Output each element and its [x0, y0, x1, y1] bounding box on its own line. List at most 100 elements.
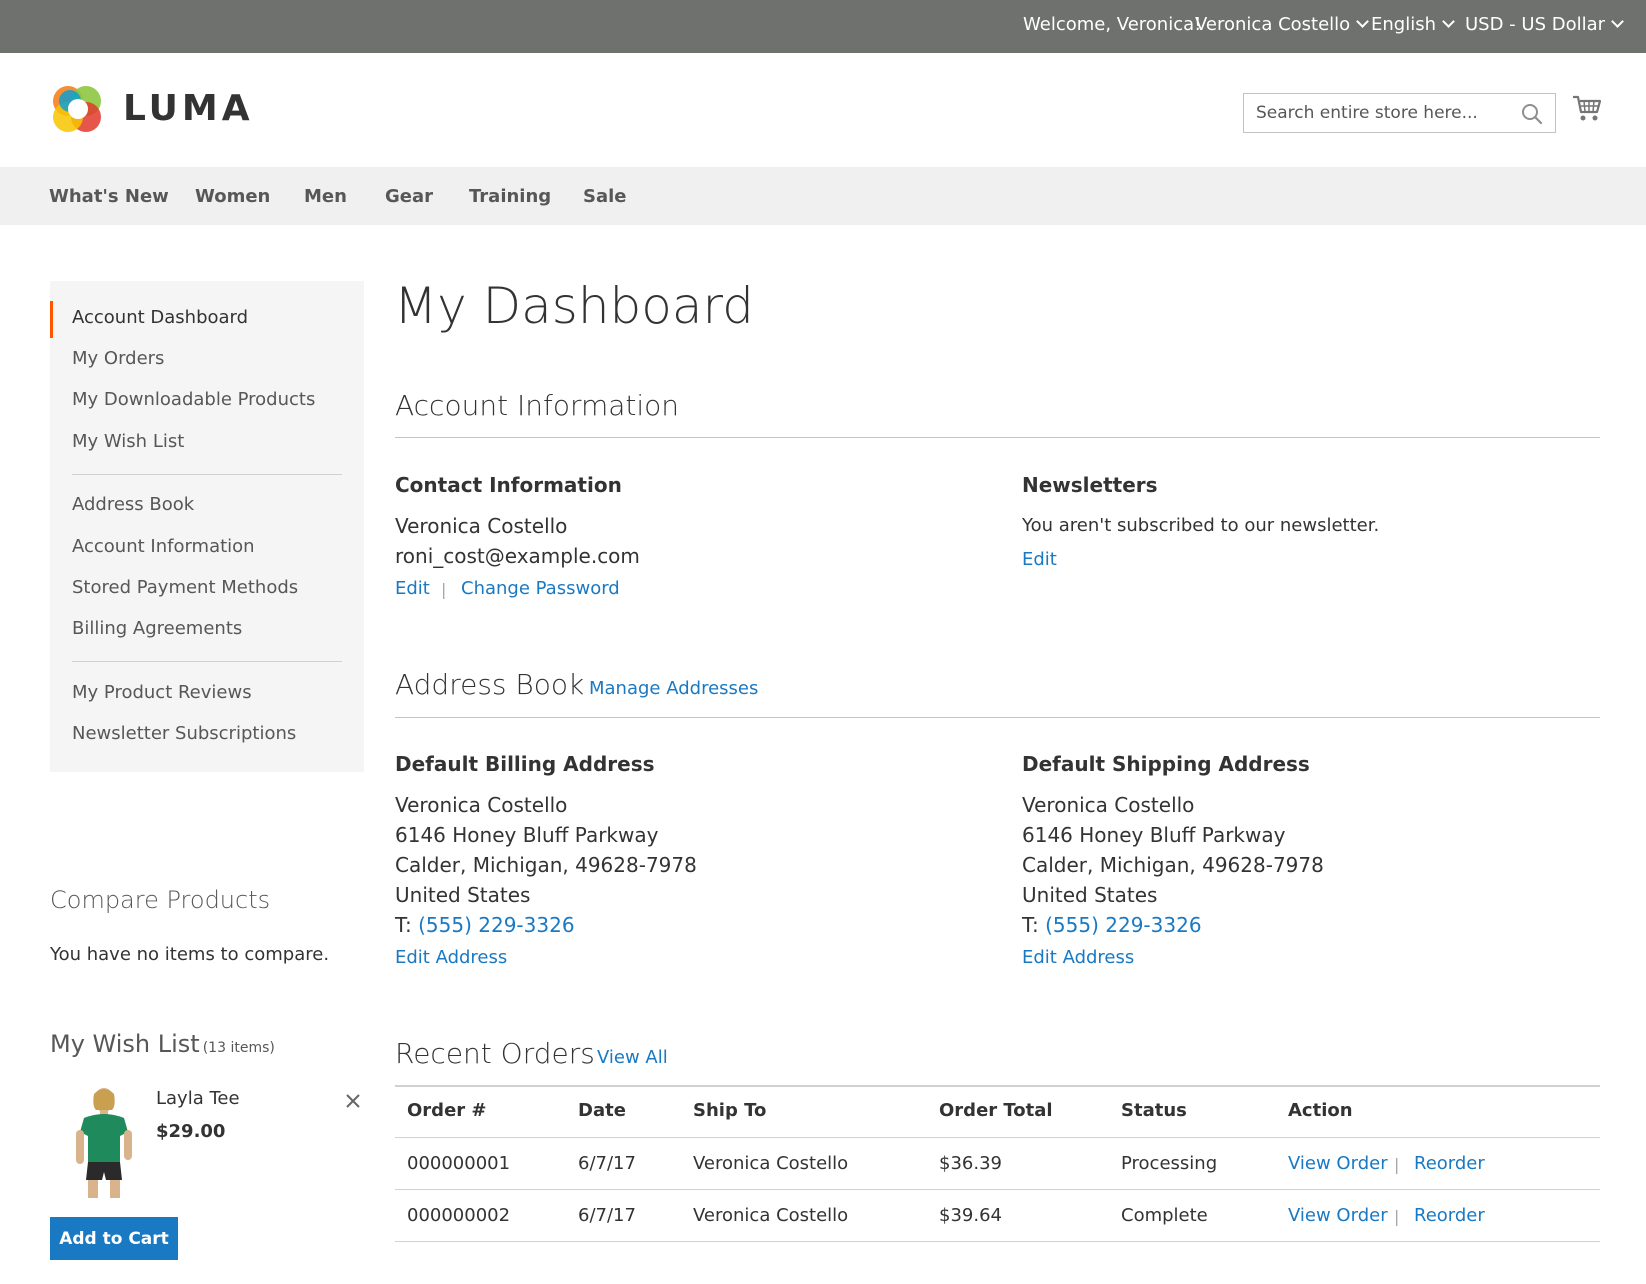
search-input[interactable]: [1244, 94, 1504, 132]
shipping-phone-row: T: (555) 229-3326: [1022, 913, 1202, 937]
contact-email: roni_cost@example.com: [395, 544, 640, 568]
page-title: My Dashboard: [394, 277, 754, 335]
logo-text: LUMA: [123, 88, 254, 129]
row-divider: [395, 1189, 1600, 1190]
wishlist-product-price: $29.00: [156, 1121, 226, 1142]
wishlist-product-name[interactable]: Layla Tee: [156, 1088, 240, 1109]
action-separator: |: [1394, 1207, 1400, 1226]
currency-label: USD - US Dollar: [1465, 14, 1606, 35]
sidebar-item-account-dashboard[interactable]: Account Dashboard: [72, 307, 248, 328]
table-header-rule: [395, 1137, 1600, 1138]
account-information-title: Account Information: [395, 389, 680, 422]
reorder-link[interactable]: Reorder: [1414, 1153, 1485, 1174]
billing-name: Veronica Costello: [395, 793, 568, 817]
language-switcher[interactable]: English: [1371, 14, 1455, 35]
edit-billing-address-link[interactable]: Edit Address: [395, 947, 507, 968]
wishlist-product-image[interactable]: [66, 1084, 142, 1204]
order-number: 000000002: [407, 1205, 511, 1226]
contact-name: Veronica Costello: [395, 514, 568, 538]
section-divider: [395, 437, 1600, 438]
nav-gear[interactable]: Gear: [385, 186, 433, 207]
nav-women[interactable]: Women: [195, 186, 270, 207]
account-sidebar: Account Dashboard My Orders My Downloada…: [50, 281, 364, 772]
wishlist-count: (13 items): [202, 1040, 275, 1056]
view-all-orders-link[interactable]: View All: [597, 1047, 668, 1068]
action-separator: |: [1394, 1155, 1400, 1174]
order-ship-to: Veronica Costello: [693, 1205, 849, 1226]
active-indicator: [50, 301, 53, 338]
luma-logo[interactable]: [50, 81, 106, 137]
reorder-link[interactable]: Reorder: [1414, 1205, 1485, 1226]
contact-information-title: Contact Information: [395, 473, 622, 497]
view-order-link[interactable]: View Order: [1288, 1153, 1388, 1174]
shipping-address-title: Default Shipping Address: [1022, 752, 1310, 776]
nav-whats-new[interactable]: What's New: [49, 186, 169, 207]
manage-addresses-link[interactable]: Manage Addresses: [589, 678, 758, 699]
sidebar-item-my-orders[interactable]: My Orders: [72, 348, 164, 369]
billing-phone-row: T: (555) 229-3326: [395, 913, 575, 937]
shipping-street: 6146 Honey Bluff Parkway: [1022, 823, 1286, 847]
billing-city: Calder, Michigan, 49628-7978: [395, 853, 697, 877]
sidebar-item-downloadable-products[interactable]: My Downloadable Products: [72, 389, 315, 410]
remove-icon[interactable]: [343, 1091, 363, 1111]
shipping-city: Calder, Michigan, 49628-7978: [1022, 853, 1324, 877]
row-divider: [395, 1241, 1600, 1242]
nav-men[interactable]: Men: [304, 186, 347, 207]
search-icon[interactable]: [1521, 103, 1543, 129]
order-status: Processing: [1121, 1153, 1218, 1174]
account-name: Veronica Costello: [1195, 14, 1351, 35]
sidebar-item-address-book[interactable]: Address Book: [72, 494, 194, 515]
wishlist-title: My Wish List (13 items): [50, 1030, 275, 1058]
column-header-order-total: Order Total: [939, 1100, 1053, 1121]
edit-contact-link[interactable]: Edit: [395, 578, 430, 599]
add-to-cart-button[interactable]: Add to Cart: [50, 1217, 178, 1260]
search-box: [1243, 93, 1556, 133]
chevron-down-icon: [1442, 15, 1455, 28]
change-password-link[interactable]: Change Password: [461, 578, 620, 599]
order-date: 6/7/17: [578, 1205, 636, 1226]
shipping-country: United States: [1022, 883, 1158, 907]
main-navigation: What's New Women Men Gear Training Sale: [0, 167, 1646, 225]
billing-street: 6146 Honey Bluff Parkway: [395, 823, 659, 847]
chevron-down-icon: [1611, 15, 1624, 28]
billing-country: United States: [395, 883, 531, 907]
phone-label: T:: [395, 913, 412, 937]
view-order-link[interactable]: View Order: [1288, 1205, 1388, 1226]
welcome-message: Welcome, Veronica!: [1023, 14, 1202, 35]
cart-icon[interactable]: [1572, 93, 1602, 127]
link-separator: |: [441, 580, 447, 599]
newsletters-title: Newsletters: [1022, 473, 1158, 497]
sidebar-divider: [72, 661, 342, 662]
address-book-title: Address Book: [395, 668, 585, 701]
compare-products-title: Compare Products: [50, 886, 271, 914]
order-total: $36.39: [939, 1153, 1002, 1174]
edit-newsletters-link[interactable]: Edit: [1022, 549, 1057, 570]
sidebar-divider: [72, 474, 342, 475]
sidebar-item-wish-list[interactable]: My Wish List: [72, 431, 184, 452]
edit-shipping-address-link[interactable]: Edit Address: [1022, 947, 1134, 968]
billing-address-title: Default Billing Address: [395, 752, 655, 776]
nav-training[interactable]: Training: [469, 186, 551, 207]
order-total: $39.64: [939, 1205, 1002, 1226]
nav-sale[interactable]: Sale: [583, 186, 627, 207]
billing-phone-link[interactable]: (555) 229-3326: [418, 913, 574, 937]
column-header-status: Status: [1121, 1100, 1187, 1121]
order-ship-to: Veronica Costello: [693, 1153, 849, 1174]
top-bar: Welcome, Veronica! Veronica Costello Eng…: [0, 0, 1646, 53]
column-header-date: Date: [578, 1100, 626, 1121]
newsletters-status: You aren't subscribed to our newsletter.: [1022, 515, 1380, 536]
shipping-phone-link[interactable]: (555) 229-3326: [1045, 913, 1201, 937]
recent-orders-title: Recent Orders: [395, 1037, 595, 1070]
sidebar-item-stored-payment-methods[interactable]: Stored Payment Methods: [72, 577, 298, 598]
section-divider: [395, 717, 1600, 718]
currency-switcher[interactable]: USD - US Dollar: [1465, 14, 1624, 35]
wishlist-title-text: My Wish List: [50, 1030, 200, 1058]
sidebar-item-billing-agreements[interactable]: Billing Agreements: [72, 618, 242, 639]
account-menu[interactable]: Veronica Costello: [1195, 14, 1370, 35]
sidebar-item-account-information[interactable]: Account Information: [72, 536, 255, 557]
sidebar-item-newsletter-subscriptions[interactable]: Newsletter Subscriptions: [72, 723, 296, 744]
column-header-action: Action: [1288, 1100, 1353, 1121]
table-top-rule: [395, 1085, 1600, 1087]
chevron-down-icon: [1356, 15, 1370, 28]
sidebar-item-product-reviews[interactable]: My Product Reviews: [72, 682, 252, 703]
